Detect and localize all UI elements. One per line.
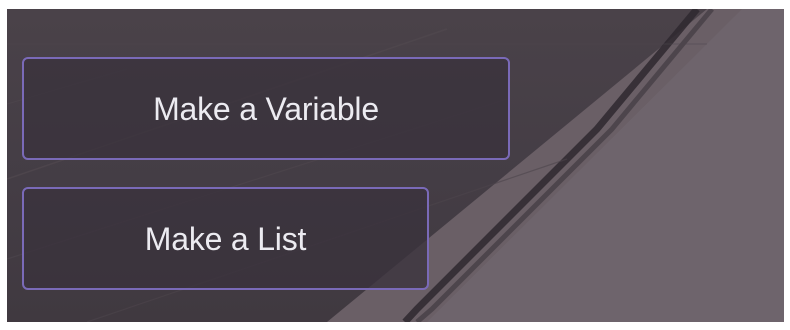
make-variable-label: Make a Variable <box>153 90 379 127</box>
screenshot-frame: Make a Variable Make a List <box>0 0 790 330</box>
make-list-button[interactable]: Make a List <box>22 187 429 290</box>
variables-panel: Make a Variable Make a List <box>7 9 784 322</box>
make-list-label: Make a List <box>144 220 307 257</box>
make-variable-button[interactable]: Make a Variable <box>22 57 510 160</box>
background-light-region-inner <box>427 9 784 322</box>
